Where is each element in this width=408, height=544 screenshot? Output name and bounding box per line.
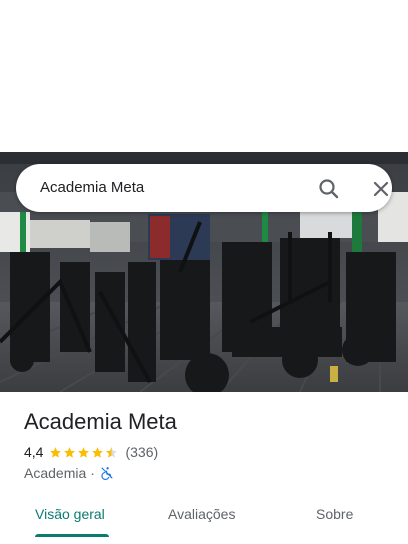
- review-count[interactable]: (336): [125, 444, 158, 460]
- tab-about[interactable]: Sobre: [316, 504, 353, 524]
- rating-row[interactable]: 4,4 (336): [24, 443, 158, 461]
- star-icon: [50, 446, 62, 458]
- tab-overview[interactable]: Visão geral: [35, 504, 105, 524]
- place-tabs: Visão geral Avaliações Sobre: [0, 496, 408, 537]
- star-icon: [64, 446, 76, 458]
- search-bar[interactable]: Academia Meta: [16, 164, 392, 212]
- star-icon: [78, 446, 90, 458]
- tab-reviews[interactable]: Avaliações: [168, 504, 235, 524]
- place-category: Academia: [24, 465, 87, 481]
- no-wheelchair-access-icon: [100, 466, 114, 480]
- star-icon: [92, 446, 104, 458]
- separator-dot: ·: [90, 465, 95, 481]
- search-icon[interactable]: [316, 176, 342, 202]
- category-row: Academia ·: [24, 464, 114, 482]
- place-name: Academia Meta: [24, 409, 177, 434]
- star-rating: [49, 446, 119, 459]
- star-half-icon: [106, 446, 118, 458]
- map-area-blank: [0, 0, 408, 152]
- close-icon[interactable]: [368, 176, 394, 202]
- active-tab-indicator: [35, 534, 109, 537]
- rating-value: 4,4: [24, 444, 44, 460]
- search-input[interactable]: Academia Meta: [40, 178, 144, 198]
